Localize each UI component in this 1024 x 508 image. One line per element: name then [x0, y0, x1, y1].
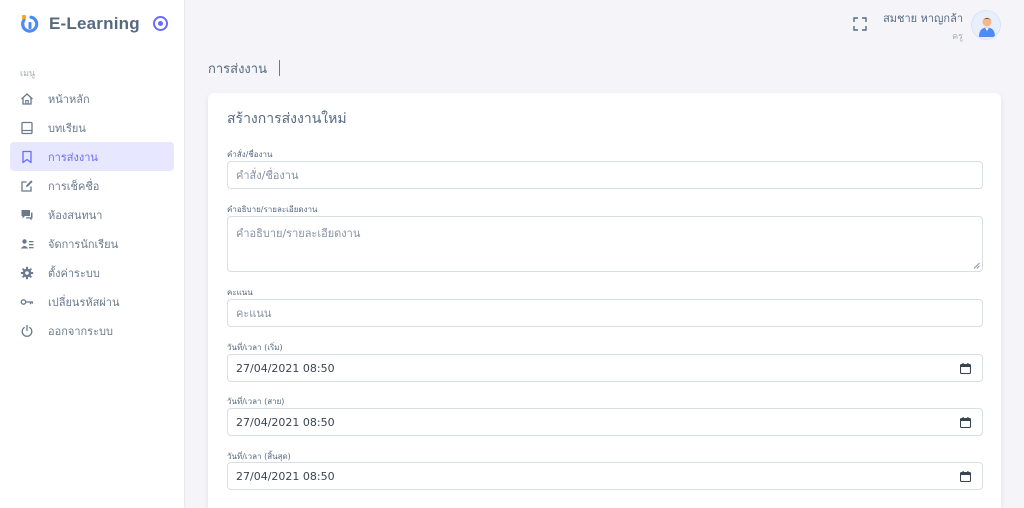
user-list-icon	[20, 237, 34, 251]
sidebar-item-change-password[interactable]: เปลี่ยนรหัสผ่าน	[10, 287, 174, 316]
sidebar-item-label: เปลี่ยนรหัสผ่าน	[48, 295, 120, 309]
sidebar-item-students[interactable]: จัดการนักเรียน	[10, 229, 174, 258]
assignment-description-textarea[interactable]: คำอธิบาย/รายละเอียดงาน	[227, 216, 983, 272]
sidebar-item-label: หน้าหลัก	[48, 92, 90, 106]
sidebar-item-settings[interactable]: ตั้งค่าระบบ	[10, 258, 174, 287]
late-datetime-input[interactable]: 27/04/2021 08:50	[227, 408, 983, 436]
late-datetime-value: 27/04/2021 08:50	[236, 415, 335, 429]
home-icon	[20, 92, 34, 106]
title-divider	[278, 60, 280, 76]
assignment-name-label: คำสั่ง/ชื่องาน	[227, 150, 273, 159]
late-datetime-label: วันที่/เวลา (สาย)	[227, 397, 285, 406]
sidebar-item-chat[interactable]: ห้องสนทนา	[10, 200, 174, 229]
brand-name: E-Learning	[49, 14, 140, 33]
score-label: คะแนน	[227, 288, 253, 297]
end-datetime-input[interactable]: 27/04/2021 08:50	[227, 462, 983, 490]
avatar[interactable]	[971, 10, 1001, 40]
sidebar-item-assignments[interactable]: การส่งงาน	[10, 142, 174, 171]
brand-logo-icon	[20, 14, 40, 34]
user-role: ครู	[952, 32, 963, 42]
start-datetime-label: วันที่/เวลา (เริ่ม)	[227, 343, 283, 352]
calendar-icon[interactable]	[960, 417, 971, 428]
key-icon	[20, 295, 34, 309]
fullscreen-icon[interactable]	[853, 16, 867, 31]
sidebar-item-attendance[interactable]: การเช็คชื่อ	[10, 171, 174, 200]
end-datetime-value: 27/04/2021 08:50	[236, 469, 335, 483]
power-icon	[20, 324, 34, 338]
resize-handle-icon[interactable]	[973, 262, 980, 269]
bookmark-icon	[20, 150, 34, 164]
book-icon	[20, 121, 34, 135]
gear-icon	[20, 266, 34, 280]
textarea-placeholder: คำอธิบาย/รายละเอียดงาน	[236, 227, 361, 240]
menu-header: เมนู	[20, 69, 36, 79]
user-info[interactable]: สมชาย หาญกล้า ครู	[883, 9, 963, 43]
assignment-name-input[interactable]: คำสั่ง/ชื่องาน	[227, 161, 983, 189]
sidebar-item-lessons[interactable]: บทเรียน	[10, 113, 174, 142]
sidebar-item-label: บทเรียน	[48, 121, 86, 135]
sidebar-item-label: ตั้งค่าระบบ	[48, 266, 100, 280]
sidebar-item-label: จัดการนักเรียน	[48, 237, 119, 251]
start-datetime-value: 27/04/2021 08:50	[236, 361, 335, 375]
start-datetime-input[interactable]: 27/04/2021 08:50	[227, 354, 983, 382]
calendar-icon[interactable]	[960, 471, 971, 482]
page-header: การส่งงาน	[208, 58, 280, 78]
sidebar-item-label: ห้องสนทนา	[48, 208, 103, 222]
sidebar-menu: หน้าหลัก บทเรียน การส่งงาน การเช็คชื่อ ห…	[10, 84, 174, 345]
card-title: สร้างการส่งงานใหม่	[227, 111, 347, 127]
chat-icon	[20, 208, 34, 222]
user-name: สมชาย หาญกล้า	[883, 12, 963, 25]
brand[interactable]: E-Learning	[20, 12, 140, 36]
sidebar-item-logout[interactable]: ออกจากระบบ	[10, 316, 174, 345]
sidebar-item-label: การเช็คชื่อ	[48, 179, 100, 193]
edit-icon	[20, 179, 34, 193]
sidebar-toggle-icon[interactable]	[153, 16, 168, 31]
calendar-icon[interactable]	[960, 363, 971, 374]
page-title: การส่งงาน	[208, 61, 267, 77]
assignment-description-label: คำอธิบาย/รายละเอียดงาน	[227, 205, 318, 214]
sidebar-item-label: ออกจากระบบ	[48, 324, 113, 338]
score-input[interactable]: คะแนน	[227, 299, 983, 327]
sidebar: E-Learning เมนู หน้าหลัก บทเรียน การส่งง…	[0, 0, 185, 508]
create-assignment-card: สร้างการส่งงานใหม่ คำสั่ง/ชื่องาน คำสั่ง…	[208, 93, 1001, 508]
sidebar-item-label: การส่งงาน	[48, 150, 98, 164]
sidebar-item-home[interactable]: หน้าหลัก	[10, 84, 174, 113]
